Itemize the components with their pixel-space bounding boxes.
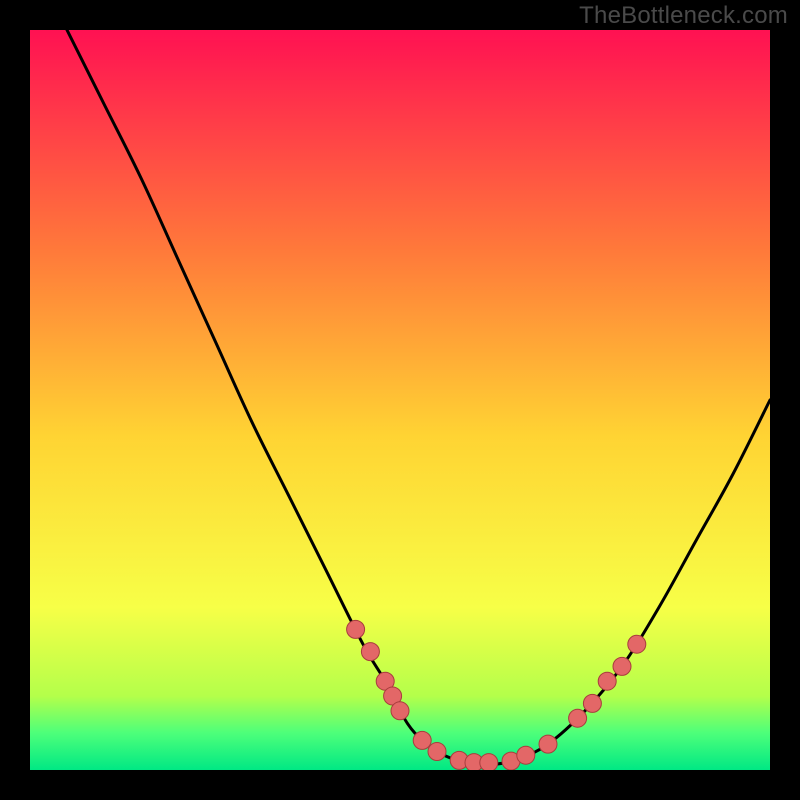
data-point xyxy=(598,672,616,690)
data-point xyxy=(539,735,557,753)
data-point xyxy=(428,743,446,761)
data-point xyxy=(517,746,535,764)
data-point xyxy=(347,620,365,638)
data-point xyxy=(480,754,498,770)
bottleneck-chart xyxy=(30,30,770,770)
attribution-text: TheBottleneck.com xyxy=(579,2,788,30)
data-point xyxy=(391,702,409,720)
data-point xyxy=(361,643,379,661)
gradient-background xyxy=(30,30,770,770)
data-point xyxy=(569,709,587,727)
data-point xyxy=(613,657,631,675)
plot-area xyxy=(30,30,770,770)
chart-frame: TheBottleneck.com xyxy=(0,0,800,800)
data-point xyxy=(628,635,646,653)
data-point xyxy=(583,694,601,712)
data-point xyxy=(413,731,431,749)
